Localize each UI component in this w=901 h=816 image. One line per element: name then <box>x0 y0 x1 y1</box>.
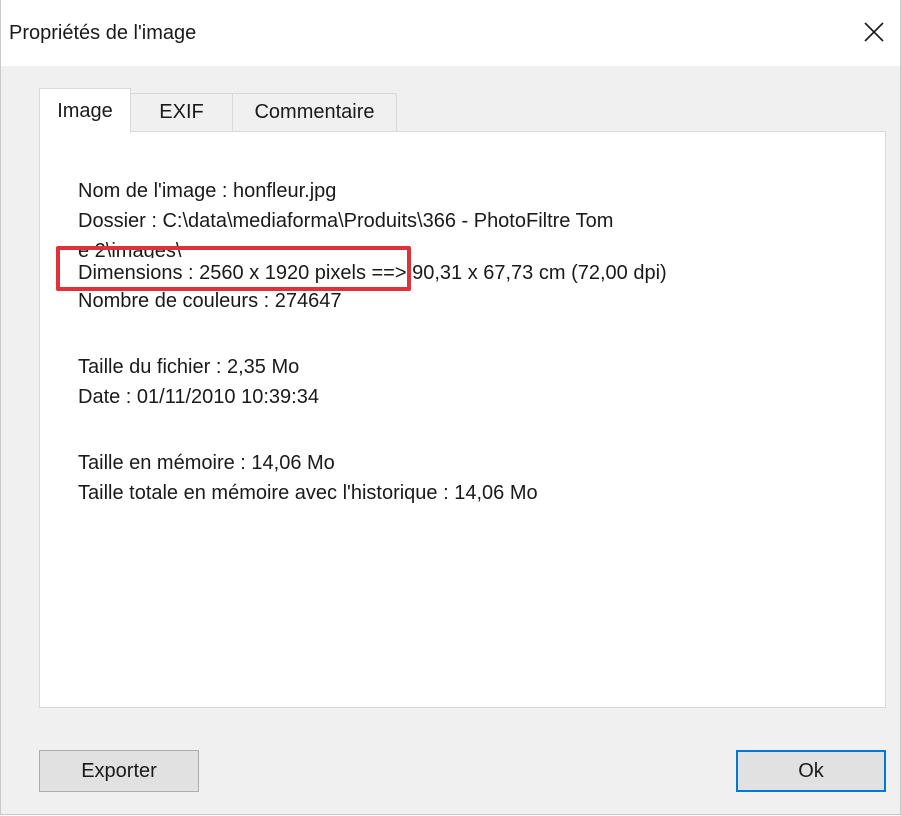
image-properties-dialog: Propriétés de l'image Image EXIF Comment… <box>0 0 901 815</box>
info-folder-continued: e 2\images\ <box>78 240 182 258</box>
info-total-memory: Taille totale en mémoire avec l'historiq… <box>78 482 538 504</box>
info-colors: Nombre de couleurs : 274647 <box>78 290 342 312</box>
close-button[interactable] <box>856 14 892 50</box>
info-date: Date : 01/11/2010 10:39:34 <box>78 386 319 408</box>
info-folder: Dossier : C:\data\mediaforma\Produits\36… <box>78 210 614 232</box>
info-filename: Nom de l'image : honfleur.jpg <box>78 180 337 202</box>
close-icon <box>864 22 884 42</box>
info-dimensions: Dimensions : 2560 x 1920 pixels ==> 90,3… <box>78 262 667 284</box>
title-bar: Propriétés de l'image <box>1 0 900 66</box>
tab-commentaire[interactable]: Commentaire <box>232 93 397 131</box>
tab-panel-image: Nom de l'image : honfleur.jpg Dossier : … <box>39 131 886 708</box>
tab-image[interactable]: Image <box>39 88 131 133</box>
ok-button[interactable]: Ok <box>736 750 886 792</box>
image-info: Nom de l'image : honfleur.jpg Dossier : … <box>78 176 798 508</box>
info-memory-size: Taille en mémoire : 14,06 Mo <box>78 452 335 474</box>
tab-exif[interactable]: EXIF <box>130 93 233 131</box>
window-title: Propriétés de l'image <box>9 22 197 44</box>
export-button[interactable]: Exporter <box>39 750 199 792</box>
info-file-size: Taille du fichier : 2,35 Mo <box>78 356 300 378</box>
